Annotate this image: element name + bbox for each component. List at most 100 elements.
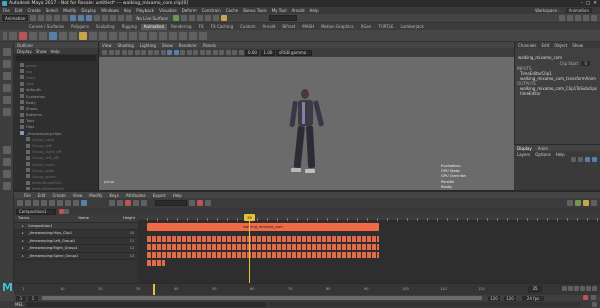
split-clip-icon[interactable] — [117, 200, 123, 206]
key-clip-icon[interactable] — [125, 200, 131, 206]
graph-editor-icon[interactable] — [59, 31, 67, 40]
render-view-icon[interactable] — [180, 15, 187, 21]
clip-lane[interactable] — [147, 252, 379, 258]
layer-down-icon[interactable] — [578, 157, 583, 162]
track-expand-icon[interactable]: ▸ — [14, 239, 24, 243]
filter-icon[interactable] — [189, 200, 195, 206]
move-tool-icon[interactable] — [3, 84, 11, 92]
new-layer-icon[interactable] — [585, 157, 590, 162]
track-expand-icon[interactable]: ▸ — [14, 246, 24, 250]
add-track-icon[interactable] — [33, 200, 39, 206]
clip-lane[interactable] — [147, 236, 379, 242]
play-forward-icon[interactable] — [580, 286, 585, 291]
play-back-icon[interactable] — [574, 286, 579, 291]
play-icon[interactable] — [57, 200, 63, 206]
add-clip-icon[interactable] — [109, 200, 115, 206]
step-forward-key-icon[interactable] — [586, 286, 591, 291]
shelf-tab-fx-caching[interactable]: FX Caching — [208, 24, 236, 30]
time-slider[interactable]: 1 10 20 30 40 50 60 70 80 90 100 110 120 35 — [14, 283, 600, 295]
go-to-start-icon[interactable] — [41, 200, 47, 206]
channels-menu[interactable]: Channels — [518, 43, 537, 48]
new-scene-icon[interactable] — [30, 15, 37, 21]
save-scene-icon[interactable] — [46, 15, 53, 21]
bind-skin-icon[interactable] — [149, 31, 157, 40]
ambient-occlusion-icon[interactable] — [206, 50, 211, 55]
tool-settings-icon[interactable] — [583, 15, 589, 21]
ipr-render-icon[interactable] — [196, 15, 203, 21]
range-bar[interactable] — [42, 296, 482, 300]
arnold-render-icon[interactable] — [220, 15, 227, 21]
menu-display[interactable]: Display — [81, 8, 96, 13]
shelf-tab-xgen[interactable]: XGen — [358, 24, 375, 30]
camera-attributes-icon[interactable] — [108, 50, 114, 55]
composition-dropdown[interactable]: Composition1 — [16, 208, 56, 215]
auto-key-icon[interactable] — [583, 295, 588, 300]
layout-icon[interactable] — [3, 170, 11, 178]
modeling-toolkit-icon[interactable] — [567, 15, 573, 21]
menu-windows[interactable]: Windows — [101, 8, 119, 13]
viewport-menu-panels[interactable]: Panels — [203, 43, 216, 48]
snap-curve-icon[interactable] — [102, 15, 109, 21]
menu-create[interactable]: Create — [27, 8, 40, 13]
time-editor-menu-export[interactable]: Export — [153, 193, 166, 198]
add-composition-icon[interactable] — [64, 209, 69, 214]
track-row[interactable]: ▸ _timewarping:Right_Group1 12 — [14, 245, 138, 253]
time-editor-menu-file[interactable]: File — [24, 193, 31, 198]
clip-lane[interactable] — [147, 244, 379, 250]
display-layer-tab[interactable]: Display — [517, 146, 532, 151]
wireframe-on-shaded-icon[interactable] — [180, 50, 185, 55]
command-input[interactable] — [26, 302, 267, 307]
exposure-field[interactable]: 0.00 — [245, 49, 259, 56]
menu-bonus-tools[interactable]: Bonus Tools — [243, 8, 266, 13]
camera-select-icon[interactable] — [102, 50, 107, 55]
viewport-menu-show[interactable]: Show — [162, 43, 173, 48]
shelf-tab-arnold[interactable]: Arnold — [259, 24, 278, 30]
new-layer-selected-icon[interactable] — [592, 157, 597, 162]
ik-handle-icon[interactable] — [129, 31, 137, 40]
shelf-tab-mash[interactable]: MASH — [299, 24, 317, 30]
shelf-tab-polygons[interactable]: Polygons — [68, 24, 92, 30]
go-start-icon[interactable] — [562, 286, 567, 291]
outliner-search-input[interactable] — [16, 55, 96, 61]
workspace-dropdown[interactable]: Animation — [565, 8, 592, 13]
track-row[interactable]: ▸ _timewarping:Spine_Group1 13 — [14, 253, 138, 260]
mute-icon[interactable] — [205, 200, 211, 206]
delete-clip-icon[interactable] — [197, 200, 203, 206]
outliner-show-menu[interactable]: Show — [36, 49, 47, 54]
show-menu[interactable]: Show — [572, 43, 583, 48]
hypershade-icon[interactable] — [212, 15, 219, 21]
time-editor-menu-attributes[interactable]: Attributes — [126, 193, 146, 198]
script-editor-icon[interactable] — [592, 302, 597, 307]
shelf-tab-sculpting[interactable]: Sculpting — [93, 24, 118, 30]
shelf-tab-animation[interactable]: Animation — [140, 23, 168, 30]
color-space-dropdown[interactable]: sRGB gamma — [276, 49, 312, 56]
viewport-menu-lighting[interactable]: Lighting — [140, 43, 156, 48]
options-menu[interactable]: Options — [535, 152, 550, 157]
menu-modify[interactable]: Modify — [63, 8, 76, 13]
snap-point-icon[interactable] — [110, 15, 117, 21]
key-rotate-icon[interactable] — [29, 31, 37, 40]
select-component-icon[interactable] — [86, 15, 93, 21]
playblast-icon[interactable] — [79, 31, 87, 40]
rotate-tool-icon[interactable] — [3, 96, 11, 104]
clip-lanes[interactable]: walking_mixamo_com 35 — [138, 214, 600, 292]
shelf-tab-fx[interactable]: FX — [196, 24, 207, 30]
menu-deform[interactable]: Deform — [182, 8, 197, 13]
channel-box-toggle-icon[interactable] — [591, 15, 597, 21]
make-live-icon[interactable] — [126, 15, 133, 21]
time-editor-menu-create[interactable]: Create — [52, 193, 65, 198]
snap-grid-icon[interactable] — [94, 15, 101, 21]
motion-blur-icon[interactable] — [212, 50, 218, 55]
current-time-field[interactable]: 35 — [528, 286, 542, 293]
shelf-tab-curves-surfaces[interactable]: Curves / Surfaces — [26, 24, 67, 30]
dope-sheet-icon[interactable] — [69, 31, 77, 40]
anim-prefs-icon[interactable] — [591, 295, 596, 300]
lattice-icon[interactable] — [179, 31, 187, 40]
shelf-tab-custom[interactable]: Custom — [237, 24, 258, 30]
wire-icon[interactable] — [189, 31, 197, 40]
viewport-menu-view[interactable]: View — [102, 43, 112, 48]
key-scale-icon[interactable] — [39, 31, 47, 40]
time-editor-search[interactable] — [155, 200, 187, 206]
menu-playback[interactable]: Playback — [136, 8, 154, 13]
symmetry-icon[interactable] — [172, 15, 179, 21]
